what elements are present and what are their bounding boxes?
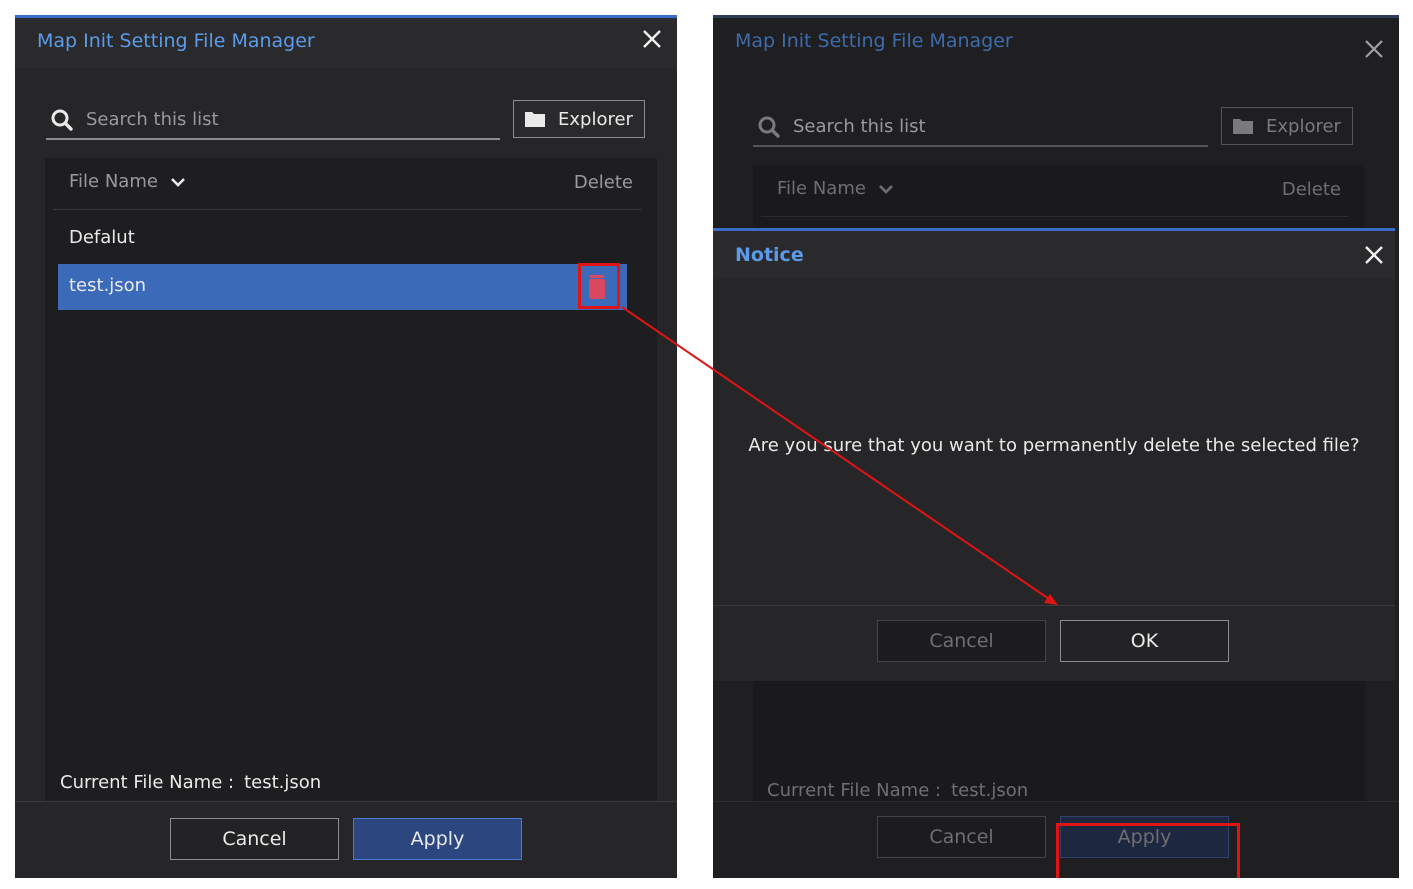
- search-icon: [757, 115, 781, 139]
- current-file-value: test.json: [244, 772, 322, 793]
- current-file-value: test.json: [951, 780, 1029, 801]
- file-manager-dialog: Map Init Setting File Manager Explorer F…: [15, 15, 677, 878]
- col-file-name-label: File Name: [69, 171, 158, 192]
- current-file-label: Current File Name :: [767, 780, 942, 801]
- search-input[interactable]: [86, 104, 486, 134]
- search-icon: [50, 108, 74, 132]
- notice-dialog: Notice Are you sure that you want to per…: [713, 228, 1395, 878]
- cancel-button[interactable]: Cancel: [170, 818, 339, 860]
- list-header: File Name Delete: [53, 158, 641, 210]
- search-input[interactable]: [793, 111, 1193, 141]
- close-icon[interactable]: [1363, 38, 1385, 60]
- list-item-selected[interactable]: test.json: [58, 264, 627, 310]
- file-manager-dialog-dimmed: Map Init Setting File Manager Explorer F…: [713, 15, 1399, 878]
- explorer-button[interactable]: Explorer: [513, 100, 645, 138]
- dialog-title: Map Init Setting File Manager: [37, 30, 315, 52]
- close-icon[interactable]: [1363, 244, 1385, 266]
- trash-highlight-box: [578, 263, 620, 309]
- list-item[interactable]: Defalut: [58, 216, 627, 262]
- folder-icon: [525, 112, 545, 127]
- chevron-down-icon: [171, 177, 185, 187]
- notice-message: Are you sure that you want to permanentl…: [748, 435, 1360, 456]
- current-file-name: Current File Name : test.json: [767, 780, 1028, 801]
- folder-icon: [1233, 119, 1253, 134]
- current-file-name: Current File Name : test.json: [60, 772, 321, 793]
- explorer-label: Explorer: [1266, 115, 1341, 137]
- ok-highlight-box: [1056, 823, 1240, 878]
- explorer-button[interactable]: Explorer: [1221, 107, 1353, 145]
- col-delete-label: Delete: [1281, 179, 1341, 200]
- cancel-button[interactable]: Cancel: [877, 620, 1046, 662]
- search-field: [753, 107, 1208, 147]
- chevron-down-icon: [879, 184, 893, 194]
- notice-titlebar: Notice: [713, 231, 1395, 279]
- explorer-label: Explorer: [558, 108, 633, 130]
- col-file-name-label: File Name: [777, 178, 866, 199]
- close-icon[interactable]: [641, 28, 663, 50]
- dialog-titlebar: Map Init Setting File Manager: [713, 18, 1399, 68]
- file-list: File Name Delete Defalut test.json: [45, 158, 657, 802]
- list-item-label: Defalut: [69, 227, 135, 248]
- notice-footer: Cancel OK: [713, 605, 1395, 681]
- notice-title: Notice: [735, 244, 804, 266]
- list-header: File Name Delete: [761, 165, 1349, 217]
- dialog-footer: Cancel Apply: [15, 801, 677, 878]
- current-file-label: Current File Name :: [60, 772, 235, 793]
- col-delete-label: Delete: [573, 172, 633, 193]
- dialog-title: Map Init Setting File Manager: [735, 30, 1013, 52]
- apply-button[interactable]: Apply: [353, 818, 522, 860]
- cancel-button[interactable]: Cancel: [877, 816, 1046, 858]
- ok-button[interactable]: OK: [1060, 620, 1229, 662]
- sort-file-name[interactable]: File Name: [777, 178, 894, 199]
- sort-file-name[interactable]: File Name: [69, 171, 186, 192]
- list-item-label: test.json: [69, 275, 147, 296]
- dialog-titlebar: Map Init Setting File Manager: [15, 18, 677, 68]
- search-field: [46, 100, 500, 140]
